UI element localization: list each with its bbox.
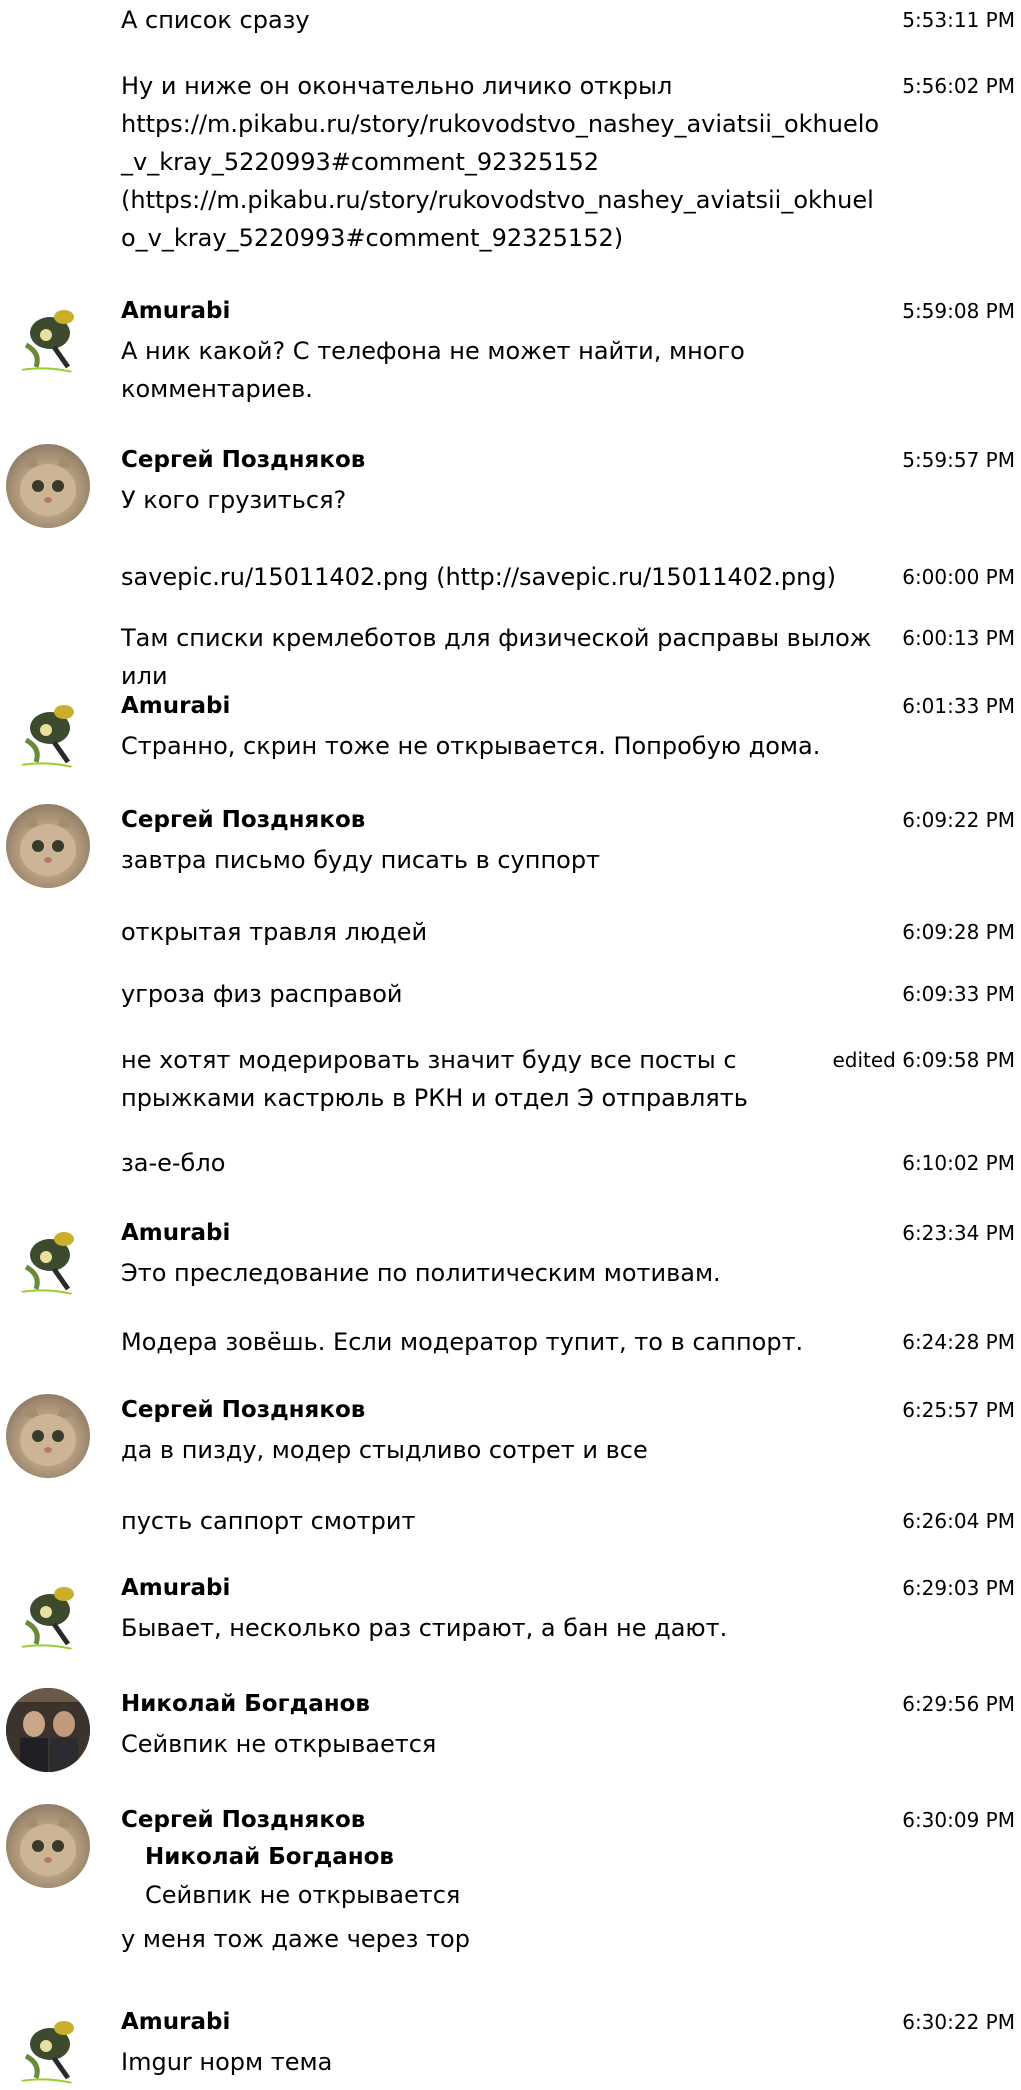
avatar[interactable] — [6, 804, 90, 888]
author-name: Amurabi — [121, 1220, 231, 1246]
message-text: У кого грузиться? — [121, 486, 347, 514]
avatar[interactable] — [6, 1217, 90, 1301]
quote-text: Сейвпик не открывается — [145, 1881, 461, 1909]
chat-log: А список сразу 5:53:11 PM Ну и ниже он о… — [0, 0, 1021, 2090]
author-name: Сергей Поздняков — [121, 1807, 366, 1833]
message-text: у меня тож даже через тор — [121, 1925, 470, 1953]
message-text: угроза физ расправой — [121, 980, 403, 1008]
avatar[interactable] — [6, 690, 90, 774]
message-time: 6:24:28 PM — [902, 1330, 1015, 1354]
message-text: завтра письмо буду писать в суппорт — [121, 846, 601, 874]
message-time: 6:09:33 PM — [902, 982, 1015, 1006]
message-time: 6:09:22 PM — [902, 808, 1015, 832]
avatar[interactable] — [6, 1688, 90, 1772]
message-time: 6:30:09 PM — [902, 1808, 1015, 1832]
character-avatar-icon — [15, 1587, 77, 1651]
avatar[interactable] — [6, 2006, 90, 2090]
message-time: 5:56:02 PM — [902, 74, 1015, 98]
message-time: 6:23:34 PM — [902, 1221, 1015, 1245]
message-text: savepic.ru/15011402.png (http://savepic.… — [121, 563, 836, 591]
message-time: 6:01:33 PM — [902, 694, 1015, 718]
character-avatar-icon — [15, 2021, 77, 2085]
message-time: 5:59:08 PM — [902, 299, 1015, 323]
avatar[interactable] — [6, 1572, 90, 1656]
author-name: Amurabi — [121, 298, 231, 324]
message-text: да в пизду, модер стыдливо сотрет и все — [121, 1436, 648, 1464]
cat-avatar-icon — [20, 452, 76, 516]
author-name: Сергей Поздняков — [121, 807, 366, 833]
message-text: Это преследование по политическим мотива… — [121, 1259, 721, 1287]
avatar[interactable] — [6, 1394, 90, 1478]
message-text: Бывает, несколько раз стирают, а бан не … — [121, 1614, 728, 1642]
message-text: Imgur норм тема — [121, 2048, 333, 2076]
author-name: Сергей Поздняков — [121, 447, 366, 473]
message-time: 6:00:13 PM — [902, 626, 1015, 650]
author-name: Сергей Поздняков — [121, 1397, 366, 1423]
character-avatar-icon — [15, 1232, 77, 1296]
message-time: 6:29:03 PM — [902, 1576, 1015, 1600]
character-avatar-icon — [15, 705, 77, 769]
cat-avatar-icon — [20, 1402, 76, 1466]
message-time: 6:25:57 PM — [902, 1398, 1015, 1422]
avatar[interactable] — [6, 444, 90, 528]
message-text: А ник какой? С телефона не может найти, … — [121, 337, 745, 403]
message-text: не хотят модерировать значит буду все по… — [121, 1046, 748, 1112]
cat-avatar-icon — [20, 1812, 76, 1876]
photo-avatar-icon — [6, 1688, 90, 1772]
message-time: 6:30:22 PM — [902, 2010, 1015, 2034]
author-name: Amurabi — [121, 2009, 231, 2035]
message-text: пусть саппорт смотрит — [121, 1507, 416, 1535]
message-text: открытая травля людей — [121, 918, 428, 946]
message-text: Модера зовёшь. Если модератор тупит, то … — [121, 1328, 804, 1356]
message-time: 6:29:56 PM — [902, 1692, 1015, 1716]
message-text: Ну и ниже он окончательно личико открыл … — [121, 72, 880, 252]
message-text: за-е-бло — [121, 1149, 226, 1177]
message-time: 5:53:11 PM — [902, 8, 1015, 32]
message-time: edited 6:09:58 PM — [832, 1048, 1015, 1072]
character-avatar-icon — [15, 310, 77, 374]
avatar[interactable] — [6, 1804, 90, 1888]
quote-author: Николай Богданов — [145, 1844, 394, 1870]
avatar[interactable] — [6, 295, 90, 379]
message-text: А список сразу — [121, 6, 310, 34]
cat-avatar-icon — [20, 812, 76, 876]
message-time: 6:10:02 PM — [902, 1151, 1015, 1175]
message-time: 6:00:00 PM — [902, 565, 1015, 589]
message-text: Странно, скрин тоже не открывается. Попр… — [121, 732, 821, 760]
author-name: Николай Богданов — [121, 1691, 370, 1717]
message-time: 5:59:57 PM — [902, 448, 1015, 472]
message-text: Там списки кремлеботов для физической ра… — [121, 624, 872, 690]
message-time: 6:09:28 PM — [902, 920, 1015, 944]
message-time: 6:26:04 PM — [902, 1509, 1015, 1533]
author-name: Amurabi — [121, 693, 231, 719]
author-name: Amurabi — [121, 1575, 231, 1601]
message-text: Сейвпик не открывается — [121, 1730, 437, 1758]
